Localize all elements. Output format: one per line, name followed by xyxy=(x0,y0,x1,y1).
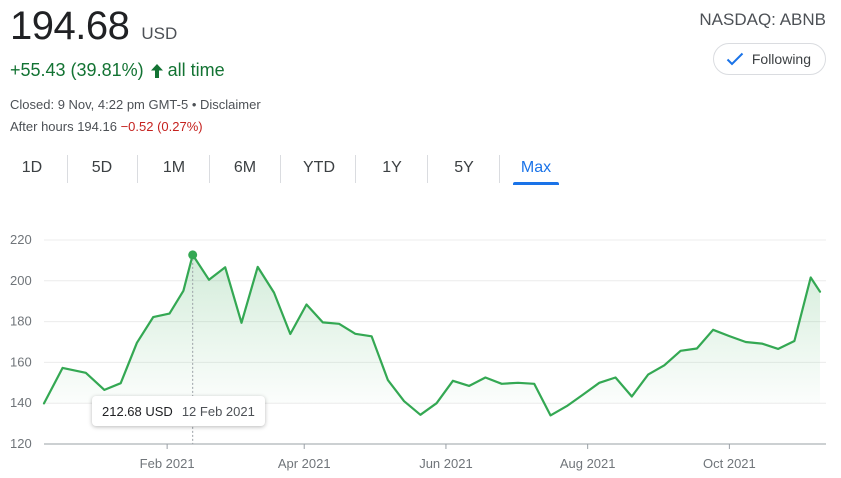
checkmark-icon xyxy=(726,52,744,66)
current-price: 194.68 xyxy=(10,4,130,48)
price-header: 194.68 USD xyxy=(10,4,177,49)
arrow-up-icon xyxy=(150,63,163,78)
price-change: +55.43 (39.81%) all time xyxy=(10,60,225,81)
following-button[interactable]: Following xyxy=(712,43,826,75)
following-label: Following xyxy=(751,51,811,67)
tab-5d[interactable]: 5D xyxy=(75,152,129,184)
market-status: Closed: 9 Nov, 4:22 pm GMT-5 • Disclaime… xyxy=(10,97,261,112)
y-tick-label: 140 xyxy=(10,395,32,410)
tab-divider xyxy=(355,155,356,183)
tab-6m[interactable]: 6M xyxy=(217,152,273,184)
hover-point xyxy=(188,250,198,260)
tab-ytd[interactable]: YTD xyxy=(290,152,348,184)
tab-divider xyxy=(280,155,281,183)
y-tick-label: 180 xyxy=(10,314,32,329)
x-tick-label: Aug 2021 xyxy=(560,456,616,471)
change-period: all time xyxy=(167,60,225,80)
exchange-ticker: NASDAQ: ABNB xyxy=(699,10,826,29)
x-tick-label: Feb 2021 xyxy=(140,456,195,471)
tab-divider xyxy=(67,155,68,183)
x-tick-label: Jun 2021 xyxy=(419,456,473,471)
change-value: +55.43 (39.81%) xyxy=(10,60,144,80)
tab-divider xyxy=(137,155,138,183)
tooltip-date: 12 Feb 2021 xyxy=(181,403,255,419)
tab-1y[interactable]: 1Y xyxy=(363,152,421,184)
tab-5y[interactable]: 5Y xyxy=(435,152,493,184)
tab-divider xyxy=(209,155,210,183)
after-hours-change: −0.52 (0.27%) xyxy=(120,119,203,134)
after-hours: After hours 194.16 −0.52 (0.27%) xyxy=(10,119,203,134)
y-tick-label: 160 xyxy=(10,354,32,369)
tab-1m[interactable]: 1M xyxy=(146,152,202,184)
tab-divider xyxy=(427,155,428,183)
price-area-fill xyxy=(44,254,820,416)
tooltip-price: 212.68 USD xyxy=(102,403,173,419)
currency-label: USD xyxy=(141,24,178,43)
price-chart[interactable]: 120 140 160 180 200 220 Feb 2021 Apr 2021 Jun 20… xyxy=(0,220,841,478)
tab-divider xyxy=(499,155,500,183)
range-tabs: 1D 5D 1M 6M YTD 1Y 5Y Max xyxy=(0,152,560,186)
after-hours-price: After hours 194.16 xyxy=(10,119,117,134)
x-tick-label: Apr 2021 xyxy=(278,456,331,471)
y-tick-label: 200 xyxy=(10,273,32,288)
x-tick-label: Oct 2021 xyxy=(703,456,756,471)
active-tab-indicator xyxy=(513,182,559,185)
y-tick-label: 220 xyxy=(10,232,32,247)
price-tooltip: 212.68 USD 12 Feb 2021 xyxy=(92,396,265,426)
y-tick-label: 120 xyxy=(10,436,32,451)
tab-max[interactable]: Max xyxy=(513,152,559,184)
tab-1d[interactable]: 1D xyxy=(5,152,59,184)
